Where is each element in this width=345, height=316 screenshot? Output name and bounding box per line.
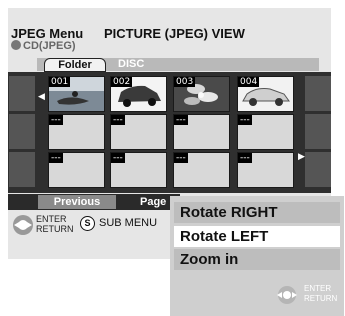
thumbnail-number: --- bbox=[49, 153, 63, 163]
sub-menu-label: SUB MENU bbox=[99, 217, 158, 229]
thumbnail-number: 001 bbox=[49, 77, 71, 87]
disc-icon bbox=[11, 40, 21, 50]
thumbnail-empty[interactable]: --- bbox=[173, 114, 230, 150]
thumbnail-number: --- bbox=[174, 115, 188, 125]
page-left-arrow-icon[interactable]: ◀ bbox=[38, 92, 45, 101]
thumbnail-number: 004 bbox=[238, 77, 260, 87]
enter-return-hint: ENTER RETURN bbox=[36, 214, 74, 234]
grid-side-left-1 bbox=[9, 76, 35, 111]
media-text: CD(JPEG) bbox=[23, 40, 76, 52]
thumbnail-number: 003 bbox=[174, 77, 196, 87]
page-label[interactable]: Page bbox=[140, 195, 166, 209]
enter-dpad-icon bbox=[13, 215, 33, 235]
menu-enter-return-hint: ENTER RETURN bbox=[304, 284, 337, 304]
tab-disc[interactable]: DISC bbox=[118, 58, 144, 71]
thumbnail-empty[interactable]: --- bbox=[48, 114, 105, 150]
thumbnail-number: 002 bbox=[111, 77, 133, 87]
media-label: CD(JPEG) bbox=[11, 40, 76, 52]
thumbnail-empty[interactable]: --- bbox=[237, 152, 294, 188]
menu-item-rotate-right[interactable]: Rotate RIGHT bbox=[174, 202, 340, 223]
thumbnail-004[interactable]: 004 bbox=[237, 76, 294, 112]
menu-item-zoom-in[interactable]: Zoom in bbox=[174, 249, 340, 270]
thumbnail-001[interactable]: 001 bbox=[48, 76, 105, 112]
grid-side-right-3 bbox=[305, 152, 331, 187]
enter-label: ENTER bbox=[36, 214, 67, 224]
menu-return-label: RETURN bbox=[304, 294, 338, 303]
grid-side-right-1 bbox=[305, 76, 331, 111]
thumbnail-002[interactable]: 002 bbox=[110, 76, 167, 112]
thumbnail-number: --- bbox=[238, 115, 252, 125]
menu-enter-dpad-icon bbox=[277, 286, 297, 304]
tab-folder[interactable]: Folder bbox=[44, 58, 106, 72]
page-right-arrow-icon[interactable]: ▶ bbox=[298, 152, 305, 161]
thumbnail-empty[interactable]: --- bbox=[173, 152, 230, 188]
thumbnail-number: --- bbox=[174, 153, 188, 163]
menu-item-rotate-left[interactable]: Rotate LEFT bbox=[174, 226, 340, 247]
thumbnail-empty[interactable]: --- bbox=[110, 152, 167, 188]
thumbnail-number: --- bbox=[238, 153, 252, 163]
menu-name: JPEG Menu bbox=[11, 26, 84, 41]
thumbnail-number: --- bbox=[111, 153, 125, 163]
grid-side-left-3 bbox=[9, 152, 35, 187]
menu-enter-label: ENTER bbox=[304, 284, 332, 293]
thumbnail-empty[interactable]: --- bbox=[237, 114, 294, 150]
view-title: PICTURE (JPEG) VIEW bbox=[104, 26, 245, 41]
thumbnail-empty[interactable]: --- bbox=[48, 152, 105, 188]
thumbnail-number: --- bbox=[111, 115, 125, 125]
return-label: RETURN bbox=[36, 224, 74, 234]
sub-menu-key-icon: S bbox=[80, 216, 95, 231]
thumbnail-003[interactable]: 003 bbox=[173, 76, 230, 112]
grid-side-right-2 bbox=[305, 114, 331, 149]
thumbnail-number: --- bbox=[49, 115, 63, 125]
previous-button[interactable]: Previous bbox=[38, 195, 116, 209]
grid-side-left-2 bbox=[9, 114, 35, 149]
thumbnail-empty[interactable]: --- bbox=[110, 114, 167, 150]
